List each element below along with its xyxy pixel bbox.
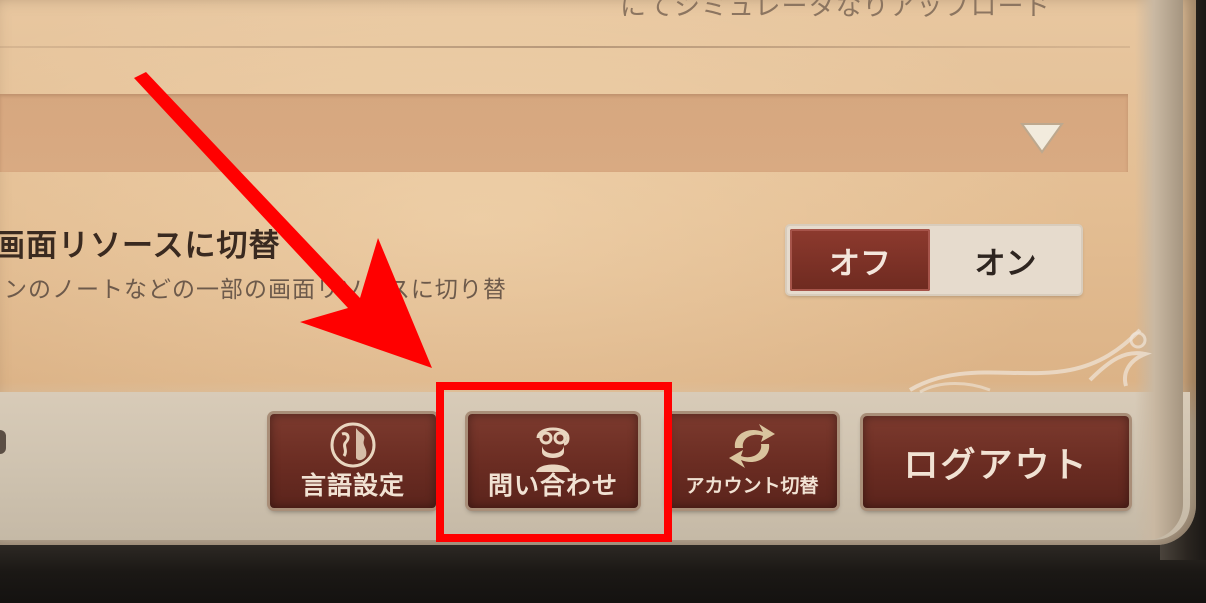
highlight-box <box>436 382 672 542</box>
toggle-on-option[interactable]: オン <box>933 229 1078 291</box>
scroll-indicator <box>0 430 6 454</box>
refresh-arrows-icon <box>729 424 775 468</box>
language-settings-label: 言語設定 <box>300 471 405 500</box>
triangle-down-icon[interactable] <box>1018 120 1066 156</box>
logout-button[interactable]: ログアウト <box>863 416 1129 508</box>
pointer-arrow <box>134 72 432 368</box>
toggle-off-option[interactable]: オフ <box>790 229 930 291</box>
language-settings-button[interactable]: 言語設定 <box>270 414 436 508</box>
account-switch-label: アカウント切替 <box>685 475 819 497</box>
corner-ornament <box>908 328 1152 394</box>
resource-toggle[interactable]: オフ オン <box>787 226 1081 294</box>
globe-icon <box>330 422 376 468</box>
logout-label: ログアウト <box>903 445 1089 486</box>
top-partial-text: にてシミュレータなりアップロード <box>620 0 1052 22</box>
account-switch-button[interactable]: アカウント切替 <box>667 414 837 508</box>
panel-curl-edge <box>1135 0 1183 540</box>
divider <box>0 46 1130 48</box>
